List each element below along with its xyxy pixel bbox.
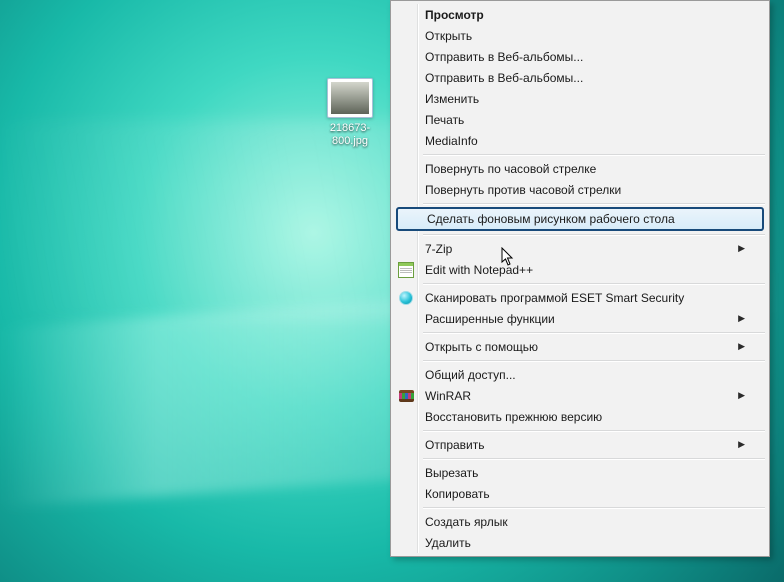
context-menu[interactable]: Просмотр Открыть Отправить в Веб-альбомы..…: [390, 0, 770, 557]
menu-separator: [423, 283, 765, 284]
menu-item-label: Расширенные функции: [425, 312, 738, 326]
menu-separator: [423, 154, 765, 155]
menu-item[interactable]: Вырезать: [393, 462, 767, 483]
menu-item-label: Отправить в Веб-альбомы...: [425, 50, 745, 64]
menu-item[interactable]: WinRAR▶: [393, 385, 767, 406]
menu-item[interactable]: Повернуть против часовой стрелки: [393, 179, 767, 200]
winrar-icon: [398, 388, 414, 404]
menu-item[interactable]: Создать ярлык: [393, 511, 767, 532]
menu-item-label: MediaInfo: [425, 134, 745, 148]
menu-item-label: 7-Zip: [425, 242, 738, 256]
menu-item-label: Печать: [425, 113, 745, 127]
menu-separator: [423, 458, 765, 459]
menu-item-label: Просмотр: [425, 8, 745, 22]
menu-item[interactable]: 7-Zip▶: [393, 238, 767, 259]
menu-item-label: Удалить: [425, 536, 745, 550]
menu-item[interactable]: Общий доступ...: [393, 364, 767, 385]
menu-item[interactable]: MediaInfo: [393, 130, 767, 151]
menu-item[interactable]: Восстановить прежнюю версию: [393, 406, 767, 427]
menu-separator: [423, 203, 765, 204]
menu-item[interactable]: Удалить: [393, 532, 767, 553]
menu-separator: [423, 430, 765, 431]
menu-item[interactable]: Просмотр: [393, 4, 767, 25]
menu-separator: [423, 507, 765, 508]
menu-item-label: Открыть: [425, 29, 745, 43]
notepad-icon: [398, 262, 414, 278]
submenu-arrow-icon: ▶: [738, 313, 745, 324]
menu-item-label: Edit with Notepad++: [425, 263, 745, 277]
file-thumbnail: [327, 78, 373, 118]
menu-item[interactable]: Расширенные функции▶: [393, 308, 767, 329]
menu-item-label: Общий доступ...: [425, 368, 745, 382]
menu-item-label: Восстановить прежнюю версию: [425, 410, 745, 424]
file-name-label: 218673-800.jpg: [320, 121, 380, 148]
menu-item[interactable]: Отправить в Веб-альбомы...: [393, 67, 767, 88]
menu-separator: [423, 234, 765, 235]
menu-item-label: Открыть с помощью: [425, 340, 738, 354]
menu-item-label: Повернуть по часовой стрелке: [425, 162, 745, 176]
menu-item-label: Вырезать: [425, 466, 745, 480]
menu-item-label: WinRAR: [425, 389, 738, 403]
menu-item-label: Изменить: [425, 92, 745, 106]
menu-item-label: Сделать фоновым рисунком рабочего стола: [427, 212, 743, 226]
menu-item-label: Создать ярлык: [425, 515, 745, 529]
submenu-arrow-icon: ▶: [738, 243, 745, 254]
desktop[interactable]: 218673-800.jpg Просмотр Открыть Отправить …: [0, 0, 784, 582]
menu-item[interactable]: Повернуть по часовой стрелке: [393, 158, 767, 179]
menu-item-label: Сканировать программой ESET Smart Securi…: [425, 291, 745, 305]
menu-item[interactable]: Сканировать программой ESET Smart Securi…: [393, 287, 767, 308]
menu-separator: [423, 360, 765, 361]
menu-item-label: Копировать: [425, 487, 745, 501]
menu-item-label: Отправить: [425, 438, 738, 452]
menu-item[interactable]: Изменить: [393, 88, 767, 109]
menu-item[interactable]: Открыть: [393, 25, 767, 46]
submenu-arrow-icon: ▶: [738, 439, 745, 450]
menu-item[interactable]: Печать: [393, 109, 767, 130]
menu-item-label: Отправить в Веб-альбомы...: [425, 71, 745, 85]
eset-icon: [398, 290, 414, 306]
menu-item[interactable]: Edit with Notepad++: [393, 259, 767, 280]
menu-item[interactable]: Отправить в Веб-альбомы...: [393, 46, 767, 67]
menu-item[interactable]: Копировать: [393, 483, 767, 504]
desktop-file-icon[interactable]: 218673-800.jpg: [320, 78, 380, 148]
menu-item[interactable]: Сделать фоновым рисунком рабочего стола: [396, 207, 764, 231]
submenu-arrow-icon: ▶: [738, 341, 745, 352]
menu-item[interactable]: Отправить▶: [393, 434, 767, 455]
menu-item[interactable]: Открыть с помощью▶: [393, 336, 767, 357]
menu-item-label: Повернуть против часовой стрелки: [425, 183, 745, 197]
menu-separator: [423, 332, 765, 333]
submenu-arrow-icon: ▶: [738, 390, 745, 401]
